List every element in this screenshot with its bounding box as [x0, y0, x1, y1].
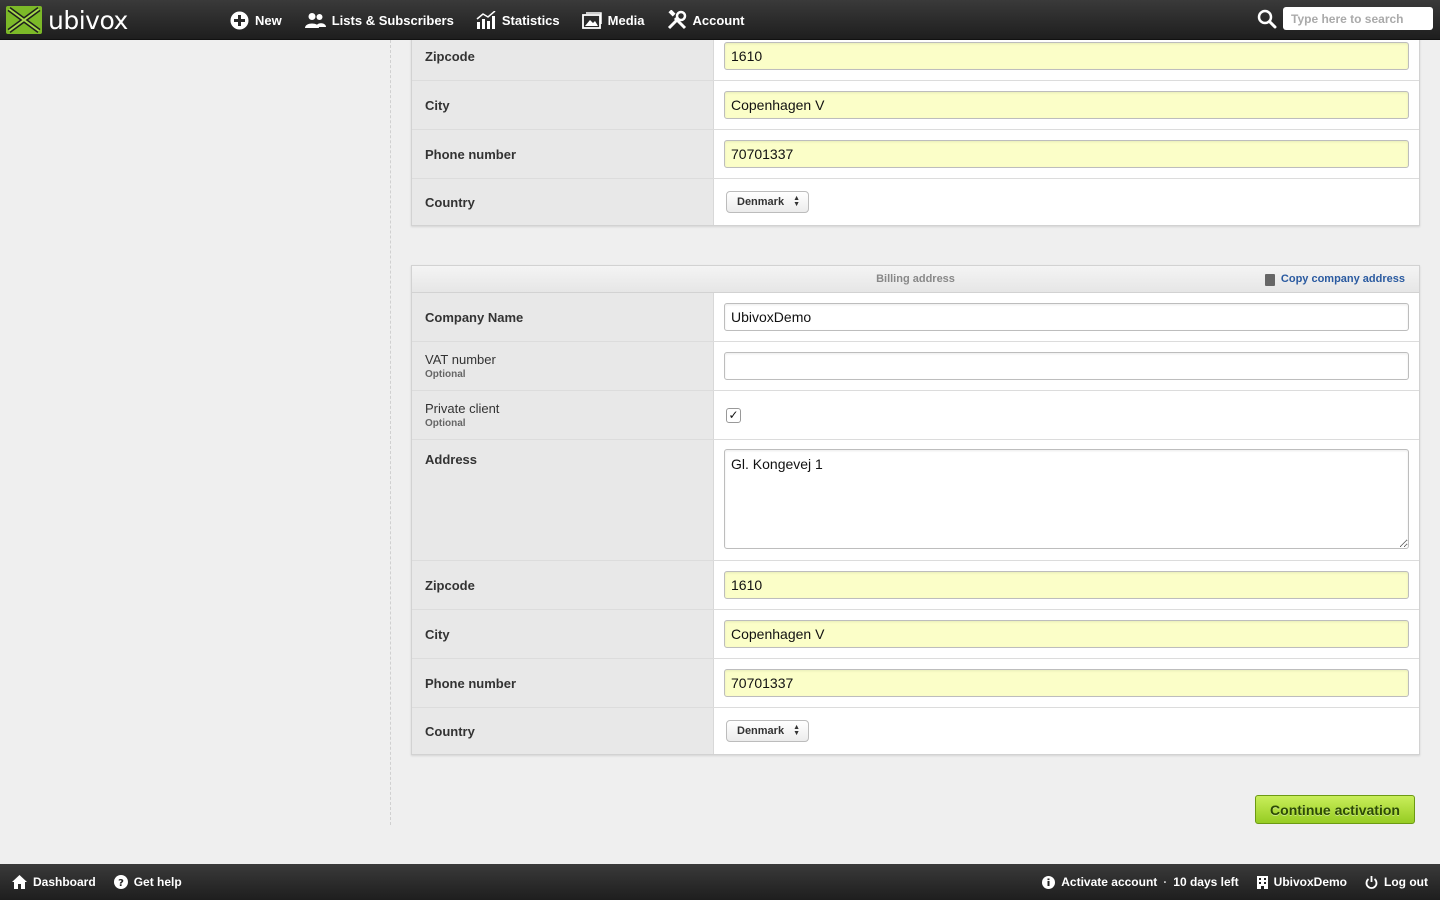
continue-activation-button[interactable]: Continue activation — [1255, 795, 1415, 824]
billing-private-client-optional: Optional — [425, 418, 466, 429]
billing-address-row: Address Gl. Kongevej 1 — [412, 440, 1419, 561]
billing-zipcode-input[interactable] — [724, 571, 1409, 599]
organization-label: UbivoxDemo — [1273, 875, 1348, 889]
billing-address-label: Address — [425, 452, 478, 467]
dashboard-label: Dashboard — [33, 875, 96, 889]
company-zipcode-label: Zipcode — [425, 48, 475, 64]
tools-icon — [667, 10, 686, 30]
billing-country-value: Denmark — [737, 725, 785, 737]
billing-panel-header: Billing address Copy company address — [412, 266, 1419, 293]
billing-address-textarea[interactable]: Gl. Kongevej 1 — [724, 449, 1409, 549]
activate-account-link[interactable]: Activate account · 10 days left — [1042, 875, 1239, 889]
help-icon: ? — [113, 875, 128, 889]
address-book-icon — [1264, 273, 1275, 286]
users-icon — [304, 13, 326, 28]
company-country-row: Country Denmark ▲ ▼ — [412, 179, 1419, 225]
days-left-text: 10 days left — [1173, 875, 1239, 889]
log-out-link[interactable]: Log out — [1365, 875, 1428, 889]
info-icon — [1042, 875, 1056, 889]
top-navigation-bar: ubivox New Lists & Subscribers Statistic… — [0, 0, 1440, 40]
company-phone-label: Phone number — [425, 146, 517, 162]
billing-address-panel: Billing address Copy company address Com… — [411, 265, 1420, 755]
copy-company-address-link[interactable]: Copy company address — [1264, 266, 1405, 293]
main-nav: New Lists & Subscribers Statistics Media… — [230, 0, 767, 40]
billing-phone-label: Phone number — [425, 675, 517, 691]
sidebar-divider — [390, 40, 391, 825]
brand-name: ubivox — [48, 5, 128, 35]
home-icon — [12, 875, 27, 889]
company-country-select[interactable]: Denmark ▲ ▼ — [726, 191, 810, 213]
company-phone-row: Phone number — [412, 130, 1419, 179]
company-country-value: Denmark — [737, 196, 785, 208]
company-zipcode-input[interactable] — [724, 42, 1409, 70]
log-out-label: Log out — [1384, 875, 1428, 889]
billing-country-row: Country Denmark ▲ ▼ — [412, 708, 1419, 754]
nav-account-label: Account — [692, 12, 745, 28]
nav-account[interactable]: Account — [667, 10, 745, 30]
nav-media-label: Media — [607, 12, 645, 28]
company-city-row: City — [412, 81, 1419, 130]
separator-dot: · — [1163, 875, 1168, 889]
billing-country-select[interactable]: Denmark ▲ ▼ — [726, 720, 810, 742]
activate-account-label: Activate account — [1061, 875, 1158, 889]
select-arrows-icon: ▲ ▼ — [793, 195, 801, 208]
bottom-bar: Dashboard ? Get help Activate account · … — [0, 864, 1440, 900]
dashboard-link[interactable]: Dashboard — [12, 875, 96, 889]
get-help-link[interactable]: ? Get help — [113, 875, 182, 889]
chart-icon — [476, 11, 496, 29]
billing-private-client-label: Private client — [425, 401, 500, 416]
billing-city-input[interactable] — [724, 620, 1409, 648]
nav-lists-label: Lists & Subscribers — [331, 12, 454, 28]
billing-vat-label: VAT number — [425, 352, 496, 367]
select-arrows-icon: ▲ ▼ — [793, 724, 801, 737]
nav-media[interactable]: Media — [581, 11, 645, 29]
nav-statistics-label: Statistics — [501, 12, 560, 28]
billing-country-label: Country — [425, 723, 475, 739]
billing-private-client-row: Private client Optional ✓ — [412, 391, 1419, 440]
billing-company-name-row: Company Name — [412, 293, 1419, 342]
billing-zipcode-row: Zipcode — [412, 561, 1419, 610]
billing-vat-optional: Optional — [425, 369, 466, 380]
search-input[interactable] — [1283, 7, 1433, 30]
image-icon — [581, 11, 602, 29]
company-phone-input[interactable] — [724, 140, 1409, 168]
nav-lists-subscribers[interactable]: Lists & Subscribers — [304, 12, 454, 28]
organization-link[interactable]: UbivoxDemo — [1256, 875, 1348, 889]
company-city-label: City — [425, 97, 450, 113]
billing-company-name-input[interactable] — [724, 303, 1409, 331]
search-icon[interactable] — [1257, 9, 1277, 29]
company-country-label: Country — [425, 194, 475, 210]
company-city-input[interactable] — [724, 91, 1409, 119]
private-client-checkbox[interactable]: ✓ — [726, 407, 741, 423]
plus-circle-icon — [230, 11, 249, 29]
billing-phone-row: Phone number — [412, 659, 1419, 708]
ubivox-logo[interactable]: ubivox — [6, 5, 128, 35]
billing-company-name-label: Company Name — [425, 309, 524, 325]
svg-text:?: ? — [118, 878, 124, 889]
get-help-label: Get help — [133, 875, 182, 889]
copy-company-address-label: Copy company address — [1280, 273, 1405, 285]
ubivox-logo-icon — [6, 6, 42, 34]
nav-statistics[interactable]: Statistics — [476, 11, 560, 29]
nav-new[interactable]: New — [230, 11, 282, 30]
company-address-panel: Zipcode City Phone number Country Denmar… — [411, 31, 1420, 226]
building-icon — [1256, 875, 1268, 889]
billing-phone-input[interactable] — [724, 669, 1409, 697]
nav-new-label: New — [255, 12, 282, 28]
billing-vat-row: VAT number Optional — [412, 342, 1419, 391]
billing-city-label: City — [425, 626, 450, 642]
power-icon — [1365, 875, 1378, 889]
billing-city-row: City — [412, 610, 1419, 659]
billing-vat-input[interactable] — [724, 352, 1409, 380]
billing-zipcode-label: Zipcode — [425, 577, 475, 593]
